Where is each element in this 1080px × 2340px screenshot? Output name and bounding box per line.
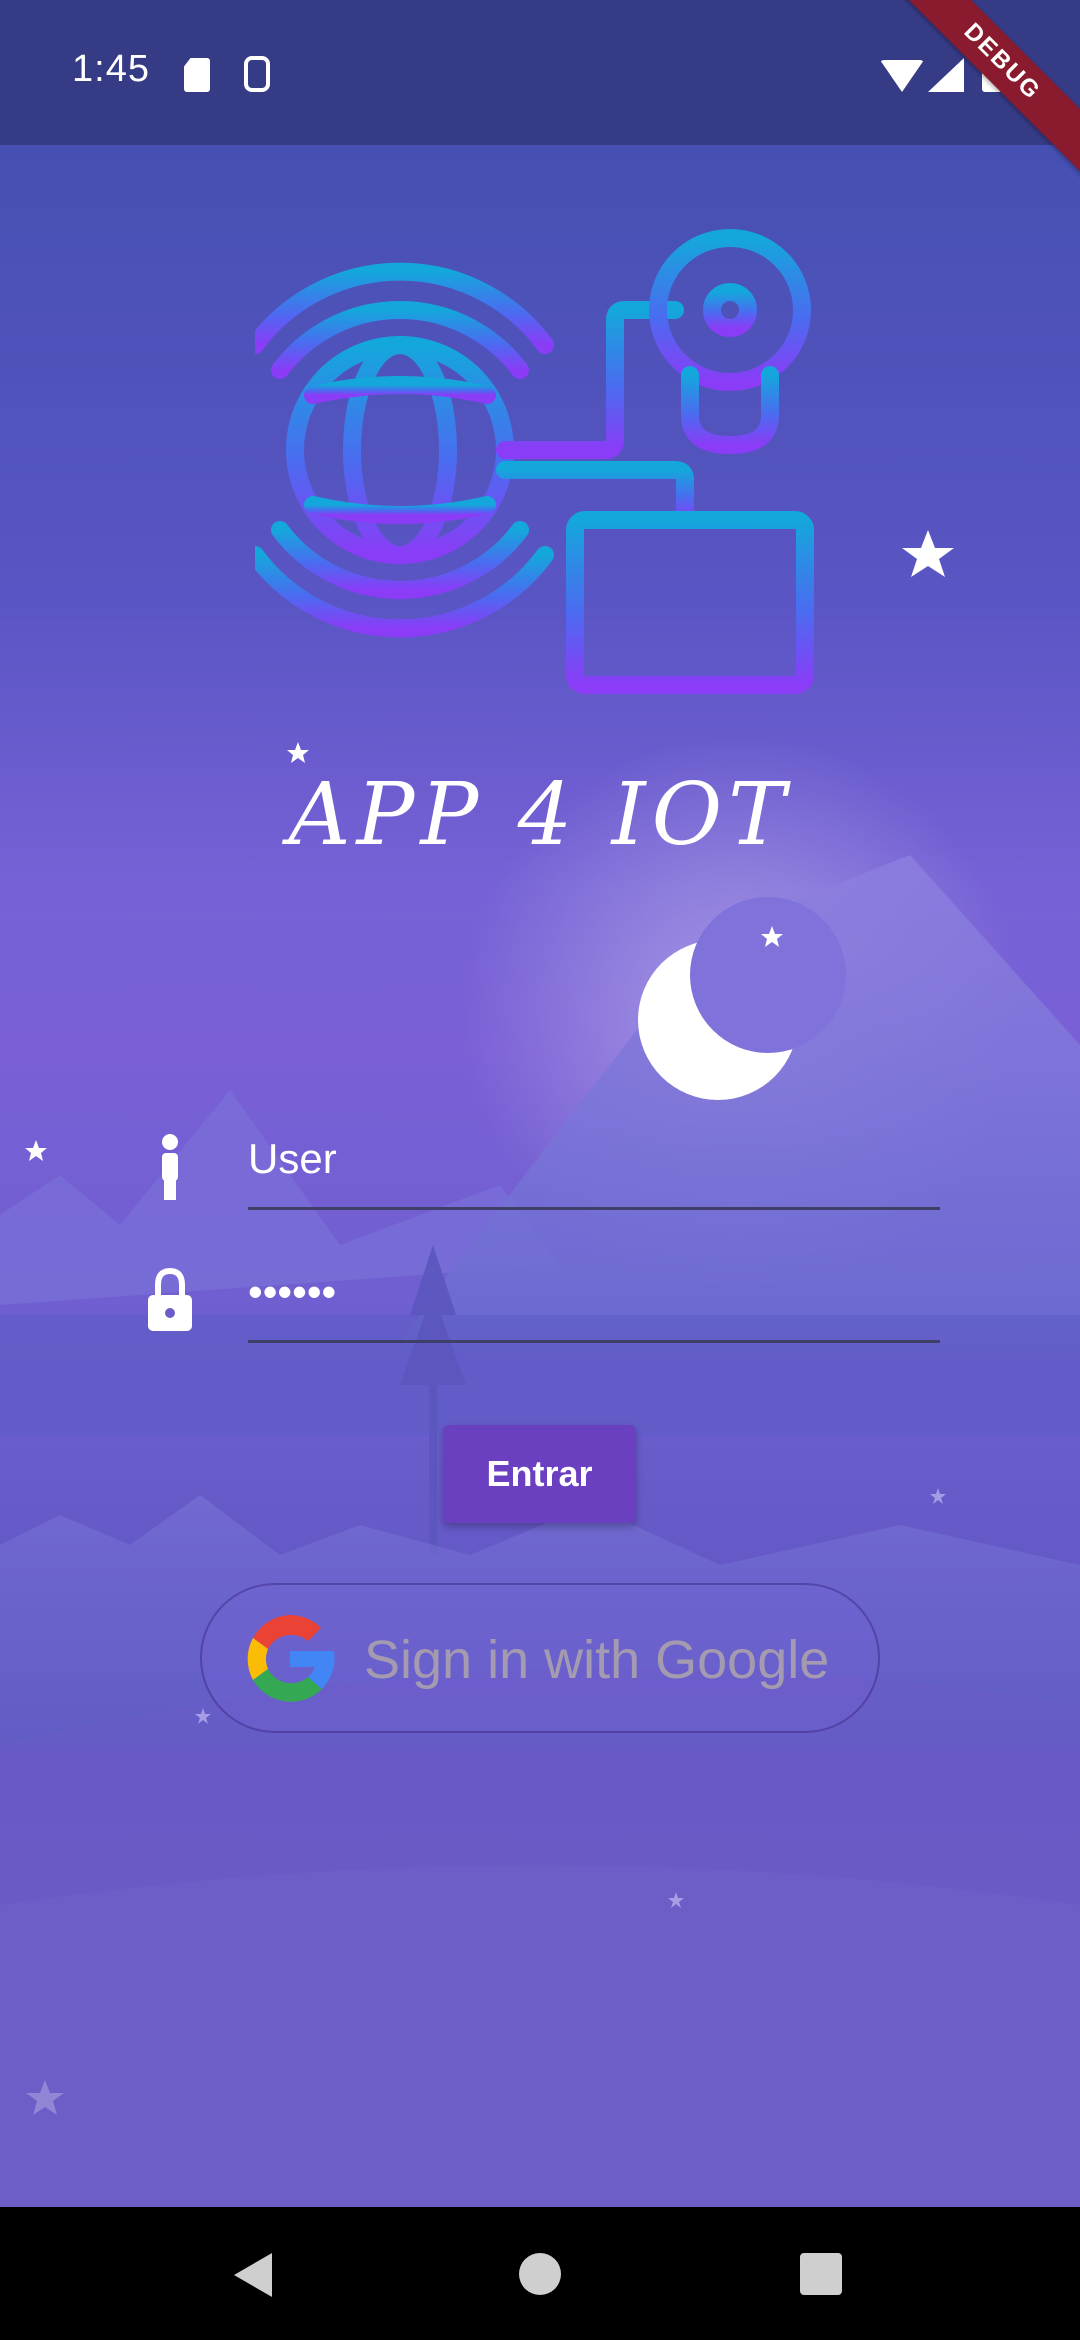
home-icon[interactable]: [519, 2253, 561, 2295]
user-field-row: [140, 1110, 940, 1220]
recents-icon[interactable]: [800, 2253, 842, 2295]
status-bar: 1:45: [0, 0, 1080, 145]
wifi-icon: [880, 60, 924, 92]
google-signin-button[interactable]: Sign in with Google: [200, 1583, 880, 1733]
signal-icon: [928, 58, 964, 92]
entrar-button[interactable]: Entrar: [443, 1425, 636, 1523]
sim-icon: [244, 56, 270, 92]
status-time: 1:45: [72, 48, 150, 90]
back-icon[interactable]: [234, 2253, 272, 2297]
login-screen: APP 4 IOT Entrar Sign in with Google: [0, 145, 1080, 2207]
user-input[interactable]: [248, 1110, 940, 1210]
sd-card-icon: [184, 58, 210, 92]
google-signin-label: Sign in with Google: [364, 1630, 830, 1690]
lock-icon: [148, 1267, 192, 1331]
password-input[interactable]: [248, 1243, 940, 1343]
person-icon: [162, 1134, 178, 1200]
iot-logo-graphic: [255, 229, 814, 737]
system-nav-bar: [0, 2207, 1080, 2340]
google-logo: [247, 1615, 335, 1702]
password-field-row: [140, 1243, 940, 1353]
app-title: APP 4 IOT: [288, 765, 792, 865]
